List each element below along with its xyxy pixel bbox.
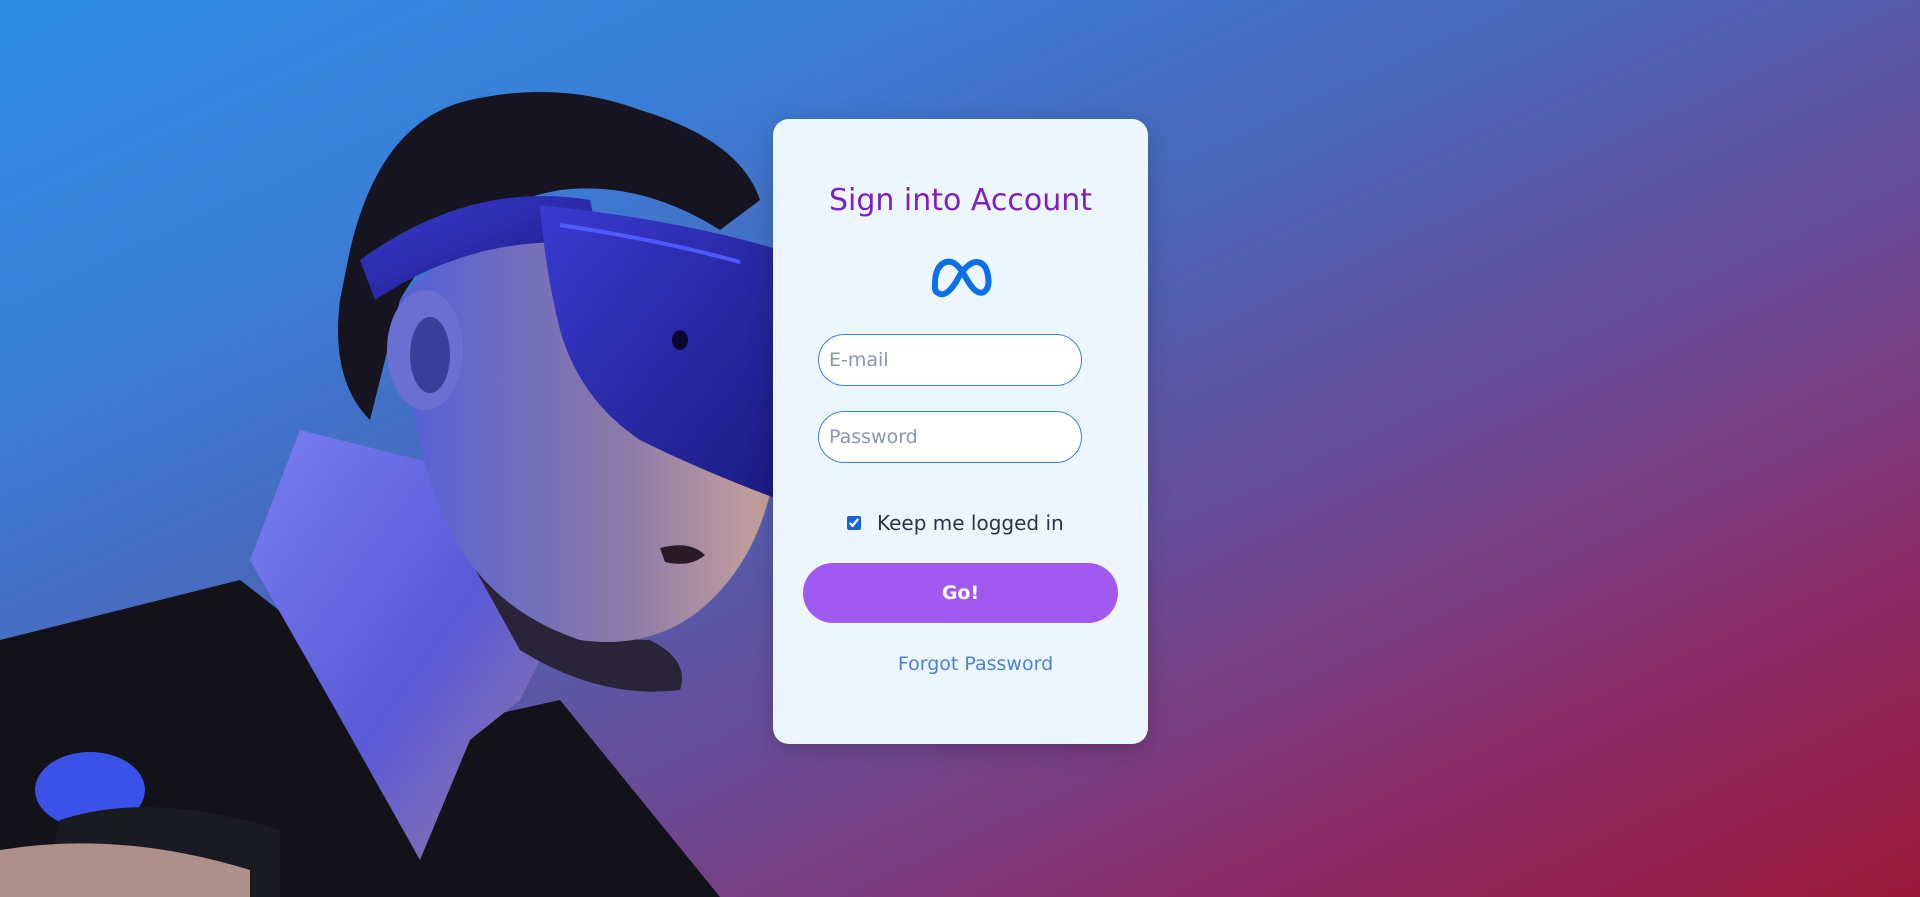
forgot-password-link[interactable]: Forgot Password [773,653,1148,675]
login-card: Sign into Account Keep me logged in Go! … [773,119,1148,744]
keep-logged-in-checkbox[interactable] [847,516,861,530]
page-background: Sign into Account Keep me logged in Go! … [0,0,1920,897]
go-button[interactable]: Go! [803,563,1118,623]
email-field[interactable] [818,334,1082,386]
page-title: Sign into Account [828,183,1093,218]
password-field[interactable] [818,411,1082,463]
keep-logged-in-label: Keep me logged in [877,511,1064,535]
meta-infinity-logo-icon [931,258,992,298]
keep-logged-in-row[interactable]: Keep me logged in [847,510,1064,536]
vr-headset-person-illustration [0,92,780,897]
